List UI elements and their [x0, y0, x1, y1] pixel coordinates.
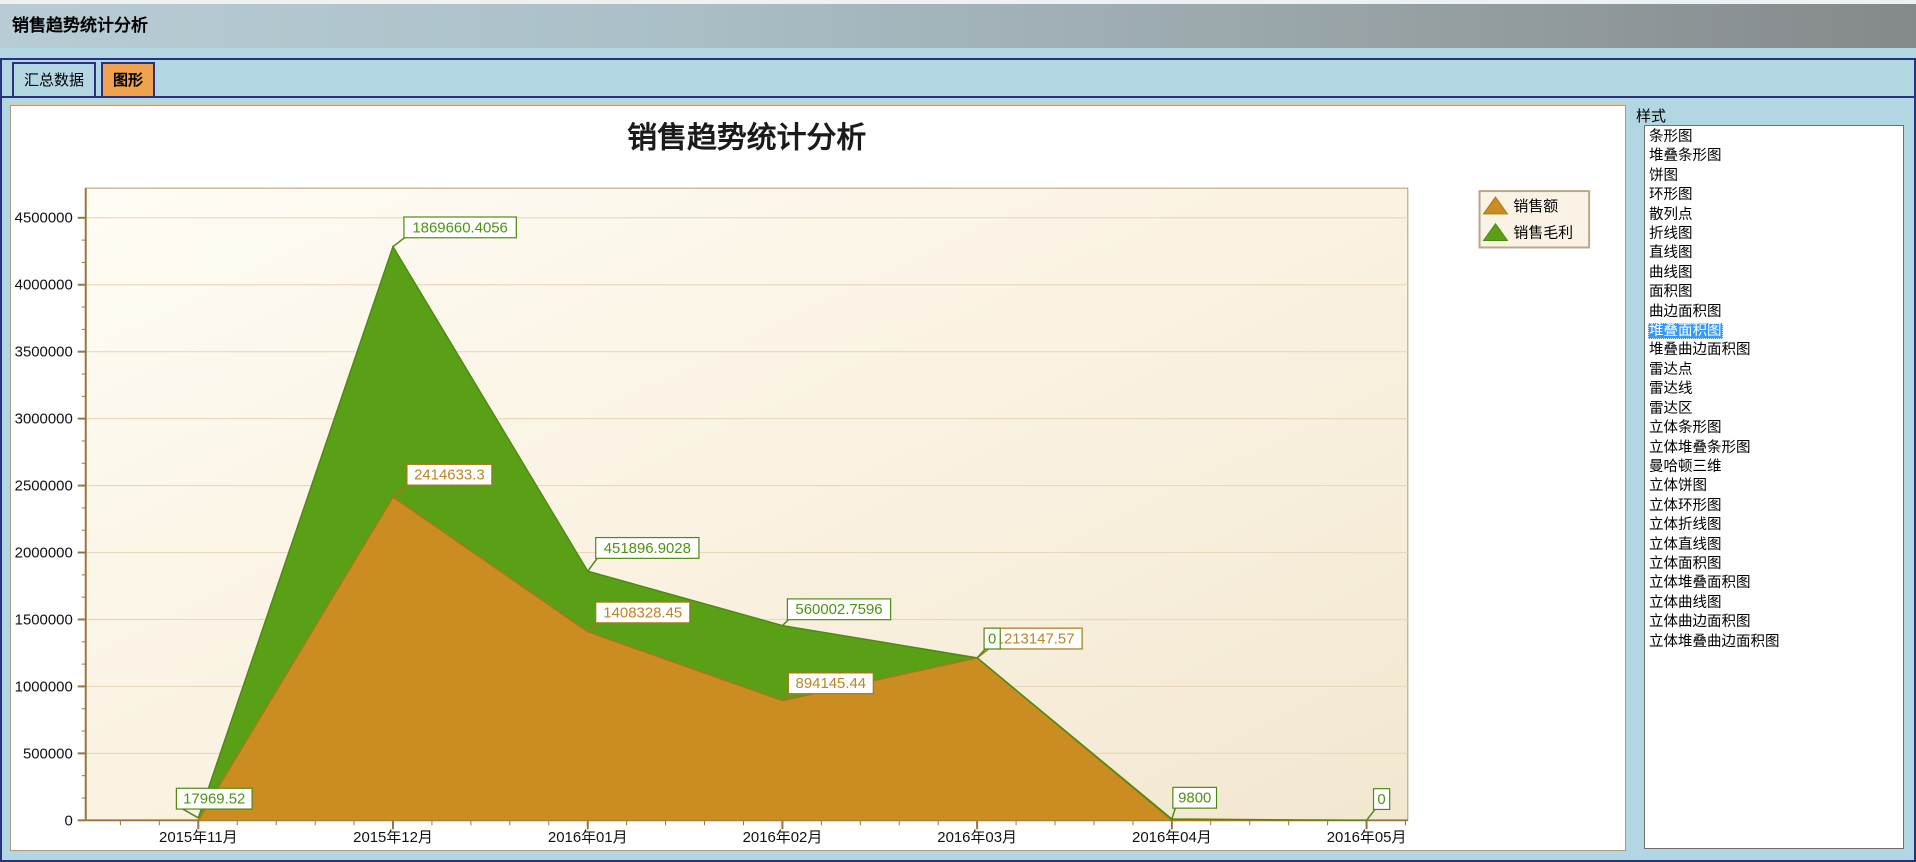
legend-label: 销售额 — [1513, 198, 1558, 215]
style-option[interactable]: 面积图 — [1645, 283, 1903, 302]
style-option[interactable]: 雷达线 — [1645, 380, 1903, 399]
y-axis-tick-label: 3000000 — [15, 412, 73, 428]
legend: 销售额销售毛利 — [1480, 191, 1590, 247]
style-option[interactable]: 立体直线图 — [1645, 536, 1903, 555]
titlebar-gap — [0, 48, 1916, 58]
main-container: 汇总数据 图形 销售趋势统计分析 0 500000 1000000 1500000 200… — [0, 58, 1916, 862]
style-option[interactable]: 堆叠曲边面积图 — [1645, 341, 1903, 360]
svg-text:1213147.57: 1213147.57 — [996, 632, 1075, 648]
svg-text:560002.7596: 560002.7596 — [795, 602, 882, 618]
x-axis-tick-label: 2016年01月 — [548, 829, 628, 846]
style-groupbox-label: 样式 — [1634, 105, 1910, 125]
x-axis-tick-label: 2016年04月 — [1132, 829, 1212, 846]
tab-summary-data[interactable]: 汇总数据 — [12, 62, 96, 96]
y-axis-tick-label: 4500000 — [15, 211, 73, 227]
svg-text:1869660.4056: 1869660.4056 — [412, 220, 507, 236]
style-option[interactable]: 立体堆叠曲边面积图 — [1645, 633, 1903, 652]
tab-content: 销售趋势统计分析 0 500000 1000000 1500000 2000000 2500… — [2, 98, 1914, 860]
trend-chart: 销售趋势统计分析 0 500000 1000000 1500000 2000000 2500… — [11, 106, 1625, 850]
x-axis-tick-label: 2015年12月 — [353, 829, 433, 846]
svg-text:0: 0 — [988, 632, 996, 648]
style-option[interactable]: 立体饼图 — [1645, 477, 1903, 496]
style-option[interactable]: 立体曲线图 — [1645, 594, 1903, 613]
y-axis-tick-label: 1000000 — [15, 679, 73, 695]
style-option[interactable]: 曲边面积图 — [1645, 303, 1903, 322]
y-axis-tick-label: 500000 — [23, 746, 73, 762]
svg-text:17969.52: 17969.52 — [183, 792, 245, 808]
y-axis-tick-label: 2000000 — [15, 546, 73, 562]
window-title: 销售趋势统计分析 — [0, 4, 1916, 48]
svg-text:1408328.45: 1408328.45 — [603, 605, 682, 621]
svg-text:894145.44: 894145.44 — [796, 676, 867, 692]
style-option[interactable]: 立体条形图 — [1645, 419, 1903, 438]
style-option[interactable]: 饼图 — [1645, 167, 1903, 186]
style-option[interactable]: 条形图 — [1645, 128, 1903, 147]
svg-text:451896.9028: 451896.9028 — [604, 541, 691, 557]
style-option[interactable]: 堆叠条形图 — [1645, 147, 1903, 166]
style-option[interactable]: 曲线图 — [1645, 264, 1903, 283]
style-option[interactable]: 环形图 — [1645, 186, 1903, 205]
y-axis-tick-label: 1500000 — [15, 612, 73, 628]
y-axis-tick-label: 4000000 — [15, 278, 73, 294]
x-axis-tick-label: 2016年02月 — [743, 829, 823, 846]
style-option[interactable]: 雷达区 — [1645, 400, 1903, 419]
svg-text:0: 0 — [1377, 792, 1385, 808]
style-option[interactable]: 立体面积图 — [1645, 555, 1903, 574]
style-option[interactable]: 立体折线图 — [1645, 516, 1903, 535]
style-option[interactable]: 立体曲边面积图 — [1645, 613, 1903, 632]
style-option[interactable]: 立体堆叠条形图 — [1645, 439, 1903, 458]
legend-label: 销售毛利 — [1513, 225, 1573, 242]
style-option[interactable]: 折线图 — [1645, 225, 1903, 244]
y-axis-tick-label: 2500000 — [15, 479, 73, 495]
style-listbox[interactable]: 条形图堆叠条形图饼图环形图散列点折线图直线图曲线图面积图曲边面积图堆叠面积图堆叠… — [1644, 125, 1904, 849]
y-axis-tick-label: 3500000 — [15, 345, 73, 361]
style-option[interactable]: 直线图 — [1645, 244, 1903, 263]
style-option[interactable]: 曼哈顿三维 — [1645, 458, 1903, 477]
style-panel: 样式 条形图堆叠条形图饼图环形图散列点折线图直线图曲线图面积图曲边面积图堆叠面积… — [1634, 105, 1910, 851]
y-axis-tick-label: 0 — [64, 813, 72, 829]
tab-strip: 汇总数据 图形 — [2, 60, 1914, 98]
tab-graph[interactable]: 图形 — [101, 62, 155, 96]
chart-title: 销售趋势统计分析 — [627, 121, 866, 156]
x-axis-tick-label: 2016年05月 — [1327, 829, 1407, 846]
style-option[interactable]: 散列点 — [1645, 206, 1903, 225]
x-axis-tick-label: 2016年03月 — [937, 829, 1017, 846]
x-axis-tick-label: 2015年11月 — [159, 829, 238, 846]
style-option[interactable]: 雷达点 — [1645, 361, 1903, 380]
style-option[interactable]: 立体环形图 — [1645, 497, 1903, 516]
style-option[interactable]: 立体堆叠面积图 — [1645, 574, 1903, 593]
chart-panel: 销售趋势统计分析 0 500000 1000000 1500000 2000000 2500… — [10, 105, 1626, 851]
svg-text:2414633.3: 2414633.3 — [414, 468, 485, 484]
style-option[interactable]: 堆叠面积图 — [1645, 322, 1903, 341]
svg-text:9800: 9800 — [1178, 791, 1211, 807]
